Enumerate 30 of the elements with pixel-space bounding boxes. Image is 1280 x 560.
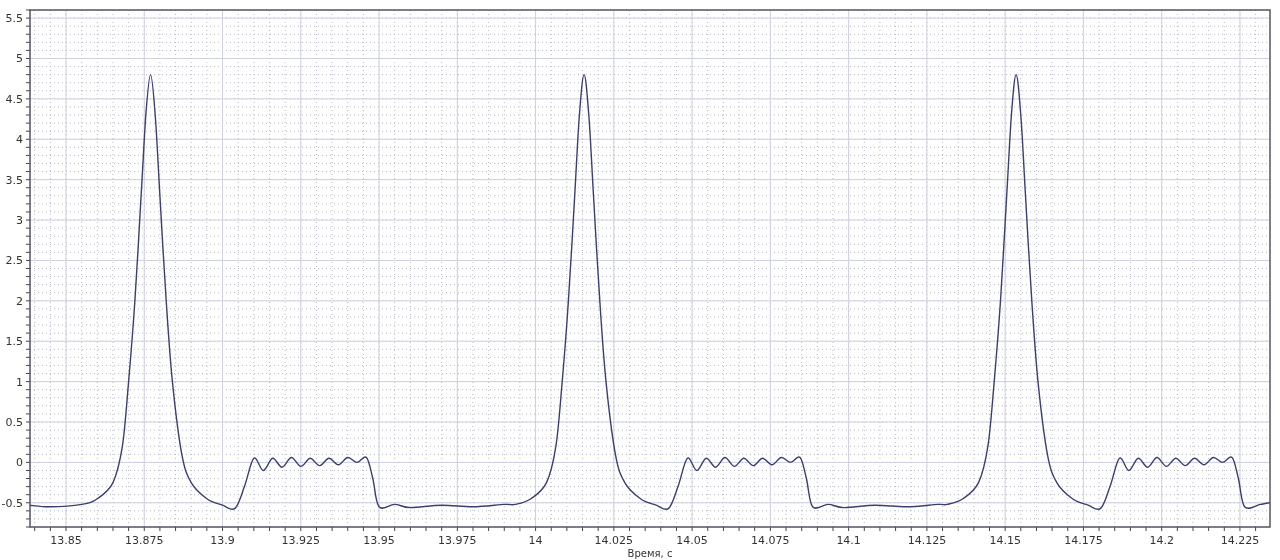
axis-tick-label: 0.5 [5, 416, 23, 429]
axis-tick-label: 1 [16, 375, 23, 389]
axis-tick-label: 14.225 [1220, 534, 1260, 547]
axis-tick-label: 14.05 [676, 534, 708, 547]
axis-tick-label: 2.5 [5, 254, 23, 268]
axis-tick-label: 4 [16, 133, 23, 147]
axis-tick-label: 14.125 [907, 534, 947, 547]
axis-tick-label: 14.1 [836, 534, 861, 547]
axis-tick-label: 13.975 [438, 534, 477, 547]
axis-tick-label: -0.5 [1, 496, 23, 510]
axis-tick-label: 14.025 [594, 534, 634, 547]
axis-title: Время, с [627, 548, 673, 559]
axis-tick-label: 14.075 [751, 534, 790, 547]
axis-tick-label: 3 [16, 214, 23, 228]
axis-tick-label: 5 [16, 52, 23, 66]
axis-tick-label: 14.2 [1149, 534, 1174, 547]
axis-tick-label: 1.5 [5, 335, 23, 349]
axis-tick-label: 5.5 [5, 12, 23, 26]
axis-tick-label: 13.9 [210, 534, 235, 547]
axis-tick-label: 13.925 [281, 534, 321, 547]
axis-tick-label: 14.15 [989, 534, 1021, 547]
axis-tick-label: 0 [16, 456, 23, 470]
axis-tick-label: 14 [528, 534, 543, 547]
axis-tick-label: 13.95 [363, 534, 395, 547]
axis-tick-label: 4.5 [5, 92, 23, 106]
axis-tick-label: 3.5 [5, 173, 23, 187]
axis-tick-label: 14.175 [1064, 534, 1103, 547]
axis-tick-label: 13.875 [125, 534, 164, 547]
axis-tick-label: 13.85 [50, 534, 82, 547]
axis-tick-label: 2 [16, 294, 23, 308]
